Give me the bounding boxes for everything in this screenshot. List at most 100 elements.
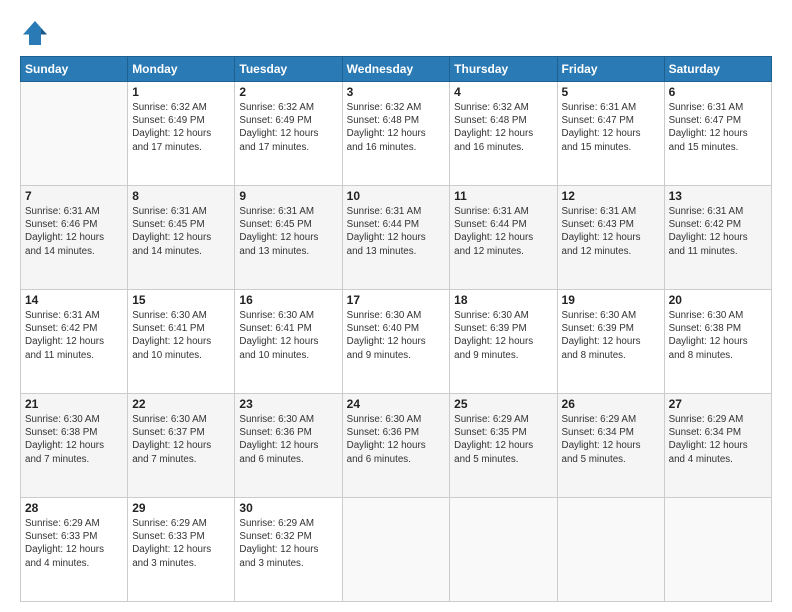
calendar-cell: 12Sunrise: 6:31 AMSunset: 6:43 PMDayligh… xyxy=(557,186,664,290)
calendar-header-saturday: Saturday xyxy=(664,57,771,82)
day-number: 29 xyxy=(132,501,230,515)
calendar-header-thursday: Thursday xyxy=(450,57,557,82)
day-number: 24 xyxy=(347,397,446,411)
calendar-cell: 13 Sunrise: 6:31 AMSunset: 6:42 PMDayligh… xyxy=(664,186,771,290)
logo xyxy=(20,18,54,48)
calendar-cell: 7 Sunrise: 6:31 AMSunset: 6:46 PMDaylight… xyxy=(21,186,128,290)
day-number: 1 xyxy=(132,85,230,99)
calendar-cell: 8 Sunrise: 6:31 AMSunset: 6:45 PMDaylight… xyxy=(128,186,235,290)
day-info: Sunrise: 6:30 AMSunset: 6:39 PMDaylight:… xyxy=(562,309,660,362)
day-info: Sunrise: 6:29 AMSunset: 6:33 PMDaylight:… xyxy=(132,517,230,570)
calendar-header-sunday: Sunday xyxy=(21,57,128,82)
day-number: 7 xyxy=(25,189,123,203)
calendar-cell: 14Sunrise: 6:31 AMSunset: 6:42 PMDayligh… xyxy=(21,290,128,394)
day-number: 22 xyxy=(132,397,230,411)
calendar-cell: 11 Sunrise: 6:31 AMSunset: 6:44 PMDayligh… xyxy=(450,186,557,290)
day-number: 8 xyxy=(132,189,230,203)
calendar-cell xyxy=(557,498,664,602)
day-number: 18 xyxy=(454,293,552,307)
calendar-cell: 22 Sunrise: 6:30 AMSunset: 6:37 PMDayligh… xyxy=(128,394,235,498)
calendar-cell xyxy=(450,498,557,602)
day-info: Sunrise: 6:31 AMSunset: 6:44 PMDaylight:… xyxy=(347,205,446,258)
logo-icon xyxy=(20,18,50,48)
day-number: 12 xyxy=(562,189,660,203)
day-info: Sunrise: 6:30 AMSunset: 6:41 PMDaylight:… xyxy=(239,309,337,362)
calendar-cell: 24 Sunrise: 6:30 AMSunset: 6:36 PMDayligh… xyxy=(342,394,450,498)
day-info: Sunrise: 6:31 AMSunset: 6:45 PMDaylight:… xyxy=(239,205,337,258)
day-number: 6 xyxy=(669,85,767,99)
day-number: 5 xyxy=(562,85,660,99)
day-info: Sunrise: 6:30 AMSunset: 6:38 PMDaylight:… xyxy=(669,309,767,362)
calendar-cell: 27Sunrise: 6:29 AMSunset: 6:34 PMDayligh… xyxy=(664,394,771,498)
calendar-week-row: 28 Sunrise: 6:29 AMSunset: 6:33 PMDayligh… xyxy=(21,498,772,602)
day-number: 20 xyxy=(669,293,767,307)
day-number: 19 xyxy=(562,293,660,307)
calendar-cell: 20 Sunrise: 6:30 AMSunset: 6:38 PMDayligh… xyxy=(664,290,771,394)
calendar-header-tuesday: Tuesday xyxy=(235,57,342,82)
calendar-cell: 9 Sunrise: 6:31 AMSunset: 6:45 PMDaylight… xyxy=(235,186,342,290)
calendar-cell xyxy=(664,498,771,602)
day-info: Sunrise: 6:31 AMSunset: 6:44 PMDaylight:… xyxy=(454,205,552,258)
day-info: Sunrise: 6:32 AMSunset: 6:48 PMDaylight:… xyxy=(347,101,446,154)
day-number: 23 xyxy=(239,397,337,411)
day-number: 28 xyxy=(25,501,123,515)
calendar-cell: 4 Sunrise: 6:32 AMSunset: 6:48 PMDaylight… xyxy=(450,82,557,186)
day-number: 25 xyxy=(454,397,552,411)
calendar-cell: 19 Sunrise: 6:30 AMSunset: 6:39 PMDayligh… xyxy=(557,290,664,394)
day-info: Sunrise: 6:30 AMSunset: 6:38 PMDaylight:… xyxy=(25,413,123,466)
day-number: 16 xyxy=(239,293,337,307)
day-number: 27 xyxy=(669,397,767,411)
day-info: Sunrise: 6:29 AMSunset: 6:32 PMDaylight:… xyxy=(239,517,337,570)
day-info: Sunrise: 6:30 AMSunset: 6:36 PMDaylight:… xyxy=(239,413,337,466)
calendar-cell: 5 Sunrise: 6:31 AMSunset: 6:47 PMDaylight… xyxy=(557,82,664,186)
day-number: 2 xyxy=(239,85,337,99)
day-info: Sunrise: 6:31 AMSunset: 6:47 PMDaylight:… xyxy=(562,101,660,154)
calendar-cell: 1 Sunrise: 6:32 AMSunset: 6:49 PMDaylight… xyxy=(128,82,235,186)
day-info: Sunrise: 6:31 AMSunset: 6:47 PMDaylight:… xyxy=(669,101,767,154)
day-info: Sunrise: 6:30 AMSunset: 6:41 PMDaylight:… xyxy=(132,309,230,362)
day-number: 21 xyxy=(25,397,123,411)
day-number: 4 xyxy=(454,85,552,99)
calendar-week-row: 1 Sunrise: 6:32 AMSunset: 6:49 PMDaylight… xyxy=(21,82,772,186)
day-info: Sunrise: 6:31 AMSunset: 6:42 PMDaylight:… xyxy=(669,205,767,258)
calendar-cell: 2Sunrise: 6:32 AMSunset: 6:49 PMDaylight… xyxy=(235,82,342,186)
top-section xyxy=(20,18,772,48)
calendar-cell: 30 Sunrise: 6:29 AMSunset: 6:32 PMDayligh… xyxy=(235,498,342,602)
day-info: Sunrise: 6:29 AMSunset: 6:35 PMDaylight:… xyxy=(454,413,552,466)
calendar-cell: 6 Sunrise: 6:31 AMSunset: 6:47 PMDaylight… xyxy=(664,82,771,186)
day-number: 17 xyxy=(347,293,446,307)
day-info: Sunrise: 6:31 AMSunset: 6:46 PMDaylight:… xyxy=(25,205,123,258)
day-info: Sunrise: 6:31 AMSunset: 6:45 PMDaylight:… xyxy=(132,205,230,258)
day-info: Sunrise: 6:31 AMSunset: 6:42 PMDaylight:… xyxy=(25,309,123,362)
calendar-cell: 25 Sunrise: 6:29 AMSunset: 6:35 PMDayligh… xyxy=(450,394,557,498)
calendar-header-monday: Monday xyxy=(128,57,235,82)
calendar-header-wednesday: Wednesday xyxy=(342,57,450,82)
calendar-cell: 28 Sunrise: 6:29 AMSunset: 6:33 PMDayligh… xyxy=(21,498,128,602)
day-info: Sunrise: 6:32 AMSunset: 6:48 PMDaylight:… xyxy=(454,101,552,154)
day-number: 26 xyxy=(562,397,660,411)
calendar-cell: 21 Sunrise: 6:30 AMSunset: 6:38 PMDayligh… xyxy=(21,394,128,498)
calendar-cell xyxy=(21,82,128,186)
calendar-table: SundayMondayTuesdayWednesdayThursdayFrid… xyxy=(20,56,772,602)
day-info: Sunrise: 6:32 AMSunset: 6:49 PMDaylight:… xyxy=(132,101,230,154)
day-number: 3 xyxy=(347,85,446,99)
day-number: 15 xyxy=(132,293,230,307)
calendar-cell: 29 Sunrise: 6:29 AMSunset: 6:33 PMDayligh… xyxy=(128,498,235,602)
day-number: 11 xyxy=(454,189,552,203)
day-info: Sunrise: 6:29 AMSunset: 6:34 PMDaylight:… xyxy=(562,413,660,466)
day-info: Sunrise: 6:30 AMSunset: 6:37 PMDaylight:… xyxy=(132,413,230,466)
calendar-cell: 10 Sunrise: 6:31 AMSunset: 6:44 PMDayligh… xyxy=(342,186,450,290)
day-info: Sunrise: 6:30 AMSunset: 6:36 PMDaylight:… xyxy=(347,413,446,466)
day-info: Sunrise: 6:30 AMSunset: 6:40 PMDaylight:… xyxy=(347,309,446,362)
day-number: 10 xyxy=(347,189,446,203)
day-number: 9 xyxy=(239,189,337,203)
day-number: 30 xyxy=(239,501,337,515)
day-number: 13 xyxy=(669,189,767,203)
calendar-cell: 15 Sunrise: 6:30 AMSunset: 6:41 PMDayligh… xyxy=(128,290,235,394)
calendar-header-friday: Friday xyxy=(557,57,664,82)
day-info: Sunrise: 6:30 AMSunset: 6:39 PMDaylight:… xyxy=(454,309,552,362)
calendar-cell xyxy=(342,498,450,602)
calendar-cell: 26 Sunrise: 6:29 AMSunset: 6:34 PMDayligh… xyxy=(557,394,664,498)
day-info: Sunrise: 6:29 AMSunset: 6:33 PMDaylight:… xyxy=(25,517,123,570)
calendar-header-row: SundayMondayTuesdayWednesdayThursdayFrid… xyxy=(21,57,772,82)
